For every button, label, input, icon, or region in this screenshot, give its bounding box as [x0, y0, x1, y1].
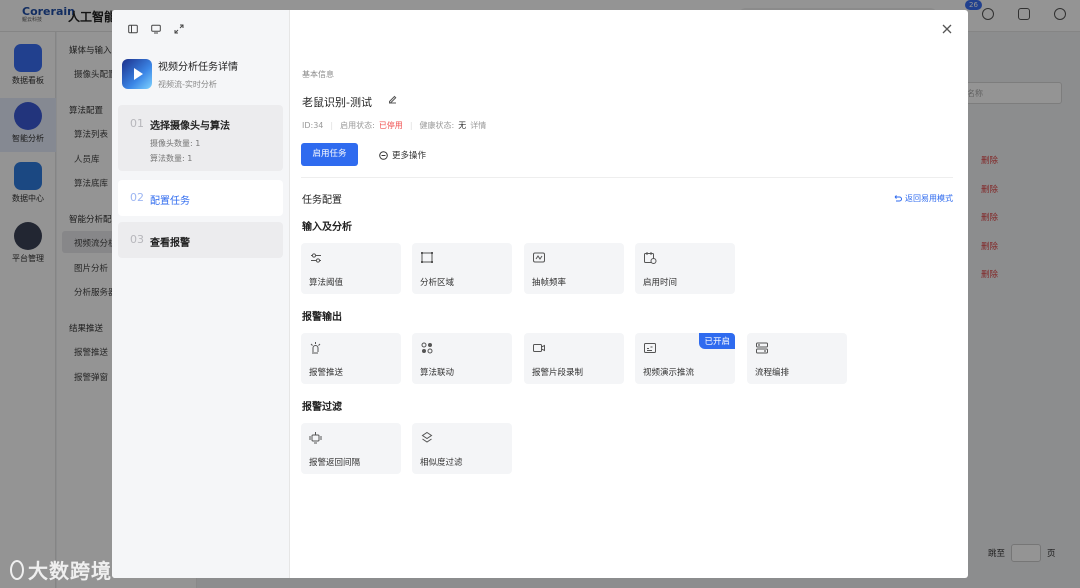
linkage-icon: [421, 342, 433, 354]
frame-rate-icon: [533, 252, 545, 263]
step-number: 02: [130, 191, 144, 204]
group-title-alarm-output: 报警输出: [302, 312, 342, 323]
video-analysis-icon: [122, 59, 152, 89]
watermark-logo-icon: [10, 559, 24, 580]
sidebar-toggle-icon[interactable]: [128, 24, 138, 34]
more-actions-button[interactable]: 更多操作: [379, 149, 426, 161]
video-record-icon: [533, 344, 545, 352]
interval-icon: [309, 432, 322, 444]
card-workflow[interactable]: 流程编排: [747, 333, 847, 384]
more-circle-icon: [379, 150, 388, 160]
card-frame-rate[interactable]: 抽帧频率: [524, 243, 624, 294]
card-alarm-clip-recording[interactable]: 报警片段录制: [524, 333, 624, 384]
card-label: 相似度过滤: [420, 458, 463, 468]
card-algorithm-threshold[interactable]: 算法阈值: [301, 243, 401, 294]
card-label: 视频演示推流: [643, 368, 695, 378]
task-header: 视频分析任务详情 视频流-实时分析: [122, 58, 238, 90]
status-label: 启用状态:: [340, 121, 375, 130]
card-enable-time[interactable]: 启用时间: [635, 243, 735, 294]
card-label: 报警返回间隔: [309, 458, 361, 468]
stream-icon: [644, 343, 656, 353]
simple-mode-link[interactable]: 返回易用模式: [893, 193, 953, 204]
step-title: 配置任务: [150, 196, 190, 207]
card-label: 分析区域: [420, 278, 455, 288]
task-subtitle: 视频流-实时分析: [158, 80, 217, 89]
step-number: 01: [130, 117, 144, 130]
schedule-icon: [644, 252, 657, 264]
simple-mode-label: 返回易用模式: [905, 194, 953, 203]
card-analysis-region[interactable]: 分析区域: [412, 243, 512, 294]
edit-icon[interactable]: [387, 94, 398, 105]
task-detail-modal: 视频分析任务详情 视频流-实时分析 01 选择摄像头与算法 摄像头数量: 1 算…: [112, 10, 968, 578]
watermark: 大数跨境: [10, 555, 112, 584]
task-title: 视频分析任务详情: [158, 62, 238, 73]
alarm-push-icon: [310, 342, 321, 354]
enable-task-button[interactable]: 启用任务: [301, 143, 358, 166]
task-id: ID:34: [302, 121, 324, 130]
basic-info-label: 基本信息: [302, 70, 334, 79]
camera-count: 摄像头数量: 1: [150, 139, 201, 148]
card-similarity-filter[interactable]: 相似度过滤: [412, 423, 512, 474]
divider: [301, 177, 953, 178]
health-label: 健康状态:: [419, 121, 455, 130]
modal-content: 基本信息 老鼠识别-测试 ID:34 | 启用状态: 已停用 | 健康状态: 无…: [301, 10, 957, 578]
return-icon: [894, 195, 902, 202]
card-label: 抽帧频率: [532, 278, 567, 288]
step-view-alarms[interactable]: 03 查看报警: [118, 222, 283, 258]
task-name: 老鼠识别-测试: [302, 96, 372, 109]
group-title-input-analysis: 输入及分析: [302, 222, 352, 233]
more-actions-label: 更多操作: [392, 151, 427, 161]
group-title-alarm-filter: 报警过滤: [302, 402, 342, 413]
card-label: 报警片段录制: [532, 368, 584, 378]
status-value: 已停用: [378, 121, 403, 130]
card-alarm-return-interval[interactable]: 报警返回间隔: [301, 423, 401, 474]
step-title: 查看报警: [150, 238, 190, 249]
card-label: 报警推送: [309, 368, 344, 378]
card-alarm-push[interactable]: 报警推送: [301, 333, 401, 384]
step-number: 03: [130, 233, 144, 246]
health-value: 无: [458, 121, 467, 130]
task-config-title: 任务配置: [302, 195, 342, 206]
card-label: 算法阈值: [309, 278, 344, 288]
enabled-badge: 已开启: [699, 333, 735, 349]
card-label: 流程编排: [755, 368, 790, 378]
step-title: 选择摄像头与算法: [150, 121, 230, 132]
roi-icon: [421, 252, 433, 263]
fullscreen-icon[interactable]: [174, 24, 184, 34]
modal-side-panel: 视频分析任务详情 视频流-实时分析 01 选择摄像头与算法 摄像头数量: 1 算…: [112, 10, 290, 578]
step-select-camera[interactable]: 01 选择摄像头与算法 摄像头数量: 1 算法数量: 1: [118, 105, 283, 171]
card-label: 算法联动: [420, 368, 455, 378]
card-video-demo-stream[interactable]: 视频演示推流 已开启: [635, 333, 735, 384]
detail-link[interactable]: 详情: [470, 120, 486, 131]
workflow-icon: [756, 342, 768, 354]
monitor-icon[interactable]: [151, 24, 161, 34]
similarity-icon: [421, 431, 433, 443]
task-meta-row: ID:34 | 启用状态: 已停用 | 健康状态: 无 详情: [302, 120, 487, 131]
sliders-icon: [311, 253, 321, 263]
watermark-text: 大数跨境: [28, 559, 112, 583]
card-algorithm-linkage[interactable]: 算法联动: [412, 333, 512, 384]
card-label: 启用时间: [643, 278, 678, 288]
algorithm-count: 算法数量: 1: [150, 154, 193, 163]
step-configure-task[interactable]: 02 配置任务: [118, 180, 283, 216]
